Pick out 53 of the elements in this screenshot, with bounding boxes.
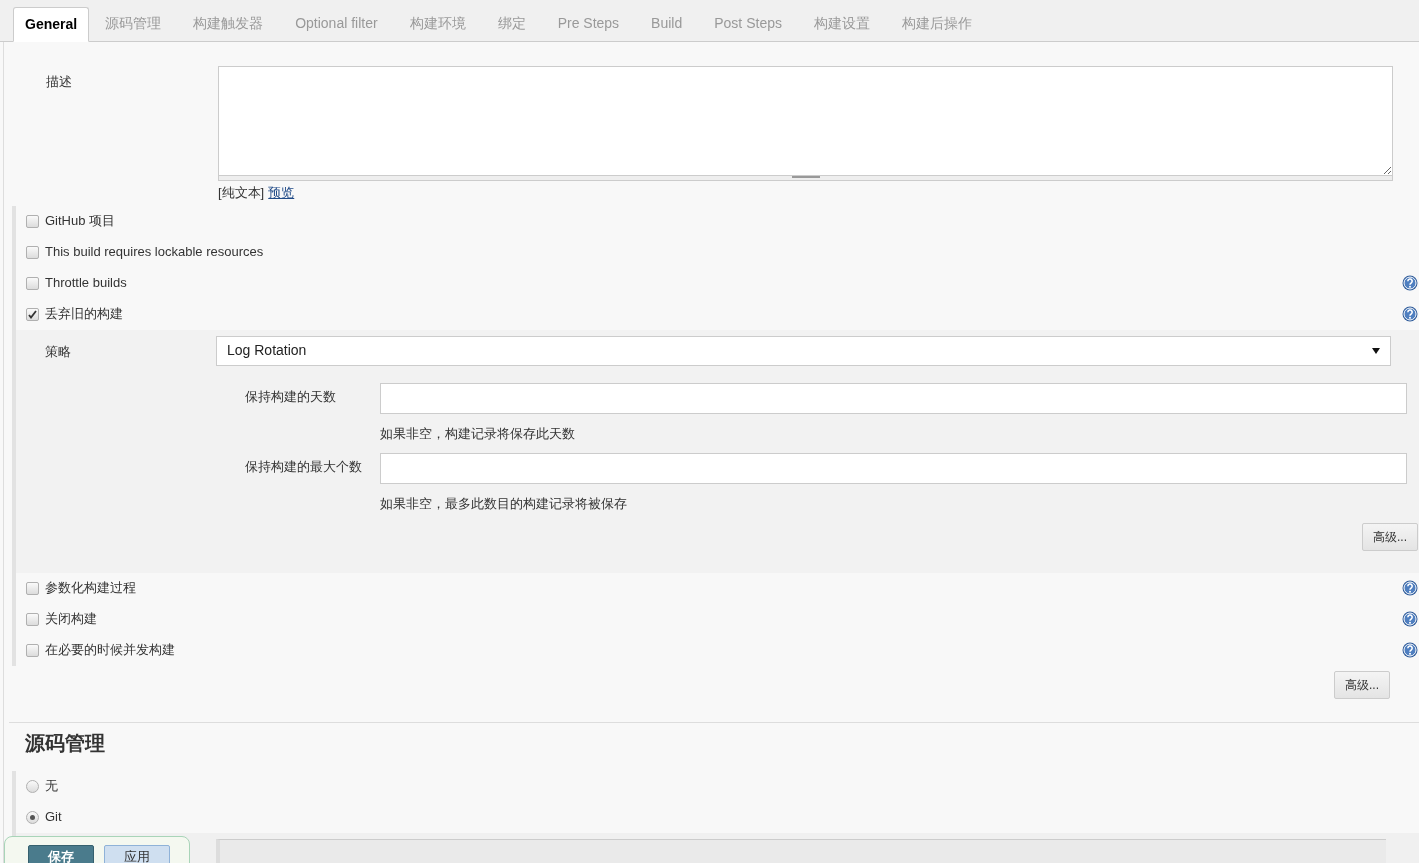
checkbox[interactable] [26, 245, 39, 259]
tab[interactable]: 构建触发器 [177, 6, 280, 41]
help-icon[interactable] [1402, 275, 1418, 291]
field-label: 保持构建的最大个数 [244, 457, 363, 476]
option-label: This build requires lockable resources [45, 243, 265, 262]
help-icon[interactable] [1402, 580, 1418, 596]
option-label: 关闭构建 [45, 610, 98, 629]
apply-button[interactable]: 应用 [104, 845, 170, 863]
option-label: Throttle builds [45, 274, 128, 293]
tab[interactable]: General [13, 7, 90, 42]
option-label: 在必要的时候并发构建 [45, 641, 176, 660]
option-label: 参数化构建过程 [45, 579, 137, 598]
number-field[interactable] [380, 452, 1407, 484]
radio-label: Git [45, 808, 62, 827]
field-label: 策略 [44, 342, 72, 361]
save-button[interactable]: 保存 [28, 845, 94, 863]
help-icon[interactable] [1402, 642, 1418, 658]
resize-handle[interactable] [218, 176, 1393, 181]
radio-button[interactable] [26, 810, 39, 824]
tab[interactable]: Pre Steps [541, 6, 636, 41]
help-icon[interactable] [1402, 611, 1418, 627]
strategy-select[interactable]: Log Rotation [216, 335, 1391, 366]
preview-link[interactable]: 预览 [268, 183, 295, 203]
tab[interactable]: 构建设置 [797, 6, 886, 41]
field-label: 保持构建的天数 [244, 387, 337, 406]
option-label: GitHub 项目 [45, 212, 117, 231]
checkbox[interactable] [26, 214, 39, 228]
tab[interactable]: 绑定 [481, 6, 542, 41]
description-field[interactable] [218, 66, 1393, 176]
checkbox[interactable] [26, 307, 39, 321]
field-hint: 如果非空，最多此数目的构建记录将被保存 [380, 494, 628, 513]
checkbox[interactable] [26, 612, 39, 626]
tab[interactable]: Build [635, 6, 699, 41]
tab[interactable]: 构建后操作 [885, 6, 988, 41]
advanced-button[interactable]: 高级... [1334, 670, 1390, 699]
format-label: [纯文本] [218, 184, 265, 202]
radio-button[interactable] [26, 779, 39, 793]
dropdown-caret-icon [1372, 347, 1380, 354]
radio-label: 无 [45, 777, 58, 796]
advanced-button[interactable]: 高级... [1362, 522, 1418, 551]
checkbox[interactable] [26, 276, 39, 290]
number-field[interactable] [380, 382, 1407, 414]
checkbox[interactable] [26, 643, 39, 657]
tab[interactable]: Optional filter [279, 6, 394, 41]
help-icon[interactable] [1402, 306, 1418, 322]
tab[interactable]: Post Steps [698, 6, 798, 41]
tab[interactable]: 源码管理 [89, 6, 178, 41]
section-heading: 源码管理 [24, 730, 106, 756]
tab[interactable]: 构建环境 [393, 6, 482, 41]
checkbox[interactable] [26, 581, 39, 595]
field-label: 描述 [45, 73, 73, 91]
field-hint: 如果非空，构建记录将保存此天数 [380, 424, 576, 443]
option-label: 丢弃旧的构建 [45, 305, 124, 324]
